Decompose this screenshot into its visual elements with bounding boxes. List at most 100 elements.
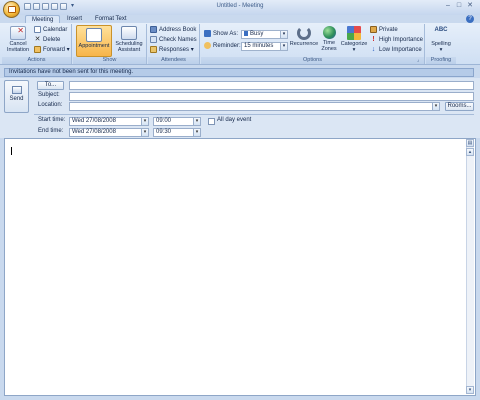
reminder-select[interactable]: 15 minutes ▾ — [241, 42, 288, 51]
recurrence-button[interactable]: Recurrence — [289, 26, 319, 56]
chevron-down-icon[interactable]: ▾ — [141, 129, 148, 136]
low-importance-button[interactable]: ↓ Low Importance — [370, 46, 422, 55]
start-date-field[interactable]: Wed 27/08/2008 ▾ — [69, 117, 149, 126]
group-label-actions: Actions — [2, 57, 71, 64]
reminder-label: Reminder: — [213, 43, 241, 50]
chevron-down-icon: ▾ — [189, 47, 194, 54]
exclamation-icon: ! — [372, 36, 375, 43]
subject-label: Subject: — [38, 92, 60, 98]
end-time-value: 09:30 — [156, 129, 172, 135]
minimize-button[interactable]: – — [444, 2, 452, 9]
private-label: Private — [379, 27, 398, 34]
options-dialog-launcher-icon[interactable]: ⌟ — [417, 57, 419, 63]
show-as-label-row: Show As: — [204, 30, 238, 39]
calendar-button[interactable]: Calendar — [34, 26, 67, 35]
forward-icon — [34, 46, 41, 53]
check-names-icon — [150, 36, 157, 43]
end-time-field[interactable]: 09:30 ▾ — [153, 128, 201, 137]
appointment-button[interactable]: Appointment — [76, 25, 112, 57]
text-caret — [11, 147, 12, 155]
delete-label: Delete — [43, 37, 61, 44]
chevron-down-icon[interactable]: ▾ — [280, 43, 287, 50]
spelling-icon: ABC — [434, 27, 448, 33]
show-as-value: Busy — [250, 31, 264, 38]
subject-field[interactable] — [69, 92, 474, 101]
start-time-value: 09:00 — [156, 118, 172, 124]
send-icon — [11, 86, 22, 94]
busy-color-icon — [244, 31, 248, 36]
recurrence-label: Recurrence — [289, 41, 319, 47]
scroll-down-icon[interactable]: ▾ — [466, 386, 474, 394]
location-label: Location: — [38, 102, 63, 108]
send-button[interactable]: Send — [4, 80, 29, 113]
show-as-icon — [204, 30, 211, 37]
private-button[interactable]: Private — [370, 26, 398, 35]
scheduling-assistant-label: Scheduling Assistant — [115, 41, 143, 53]
categorize-button[interactable]: Categorize ▾ — [339, 26, 369, 56]
delete-button[interactable]: ✕ Delete — [34, 36, 61, 45]
office-button[interactable] — [3, 1, 20, 18]
form-separator — [34, 114, 474, 115]
show-as-select[interactable]: Busy ▾ — [241, 30, 288, 39]
high-importance-label: High Importance — [379, 37, 424, 44]
end-date-value: Wed 27/08/2008 — [72, 129, 116, 135]
time-zones-button[interactable]: Time Zones — [318, 26, 340, 56]
forward-label: Forward — [43, 47, 66, 54]
appointment-icon — [86, 28, 102, 42]
end-time-label: End time: — [38, 128, 64, 134]
bell-icon — [204, 42, 211, 49]
arrow-down-icon: ↓ — [371, 46, 376, 53]
ruler-toggle-icon[interactable]: ▤ — [466, 139, 474, 147]
group-label-proofing: Proofing — [426, 57, 456, 64]
chevron-down-icon[interactable]: ▾ — [193, 118, 200, 125]
location-field[interactable]: ▾ — [69, 102, 440, 111]
to-field[interactable] — [69, 81, 474, 90]
calendar-icon — [34, 26, 41, 33]
high-importance-button[interactable]: ! High Importance — [370, 36, 423, 45]
address-book-icon — [150, 26, 157, 33]
scheduling-assistant-icon — [121, 26, 137, 40]
group-label-show: Show — [73, 57, 146, 64]
calendar-label: Calendar — [43, 27, 68, 34]
chevron-down-icon[interactable]: ▾ — [193, 129, 200, 136]
scheduling-assistant-button[interactable]: Scheduling Assistant — [113, 26, 145, 56]
responses-button[interactable]: Responses ▾ — [150, 46, 194, 55]
maximize-button[interactable]: □ — [455, 2, 463, 9]
all-day-label: All day event — [217, 117, 252, 123]
end-date-field[interactable]: Wed 27/08/2008 ▾ — [69, 128, 149, 137]
rooms-button[interactable]: Rooms... — [445, 102, 474, 111]
time-zones-label: Time Zones — [321, 40, 337, 52]
chevron-down-icon[interactable]: ▾ — [141, 118, 148, 125]
chevron-down-icon: ▾ — [352, 47, 356, 53]
office-logo-icon — [8, 6, 16, 13]
check-names-button[interactable]: Check Names — [150, 36, 197, 45]
low-importance-label: Low Importance — [379, 47, 422, 54]
to-button[interactable]: To... — [37, 81, 64, 90]
cancel-invitation-label: Cancel Invitation — [6, 41, 29, 53]
chevron-down-icon[interactable]: ▾ — [432, 103, 439, 110]
chevron-down-icon: ▾ — [65, 47, 70, 54]
info-bar: Invitations have not been sent for this … — [4, 68, 474, 77]
all-day-checkbox[interactable] — [208, 118, 215, 125]
spelling-button[interactable]: ABC Spelling ▾ — [428, 26, 454, 56]
categorize-icon — [347, 26, 361, 40]
group-label-attendees: Attendees — [148, 57, 199, 64]
vertical-scrollbar[interactable] — [466, 139, 474, 394]
help-icon[interactable]: ? — [466, 15, 474, 23]
responses-label: Responses — [159, 47, 190, 54]
reminder-value: 15 minutes — [244, 43, 274, 49]
start-time-field[interactable]: 09:00 ▾ — [153, 117, 201, 126]
chevron-down-icon[interactable]: ▾ — [280, 31, 287, 38]
scroll-up-icon[interactable]: ▴ — [466, 148, 474, 156]
reminder-label-row: Reminder: — [204, 42, 241, 51]
cancel-invitation-button[interactable]: ✕ Cancel Invitation — [4, 26, 32, 56]
message-body[interactable] — [4, 138, 476, 396]
chevron-down-icon: ▾ — [439, 47, 443, 53]
forward-button[interactable]: Forward ▾ — [34, 46, 70, 55]
address-book-button[interactable]: Address Book — [150, 26, 196, 35]
globe-icon — [322, 26, 336, 39]
address-book-label: Address Book — [159, 27, 197, 34]
send-label: Send — [9, 96, 24, 102]
close-button[interactable]: ✕ — [466, 2, 474, 9]
delete-icon: ✕ — [34, 36, 41, 43]
